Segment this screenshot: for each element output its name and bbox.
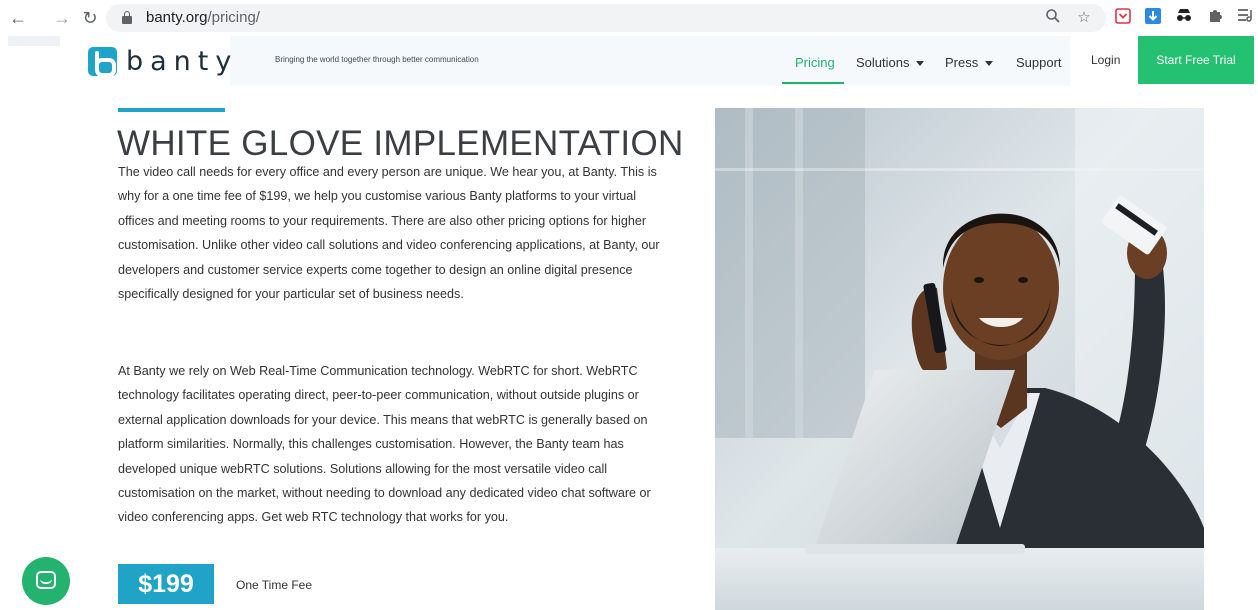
reload-icon[interactable]: ↻ xyxy=(80,7,100,29)
address-bar-url[interactable]: banty.org/pricing/ xyxy=(146,9,260,26)
title-accent-line xyxy=(118,108,225,112)
login-link[interactable]: Login xyxy=(1091,53,1120,67)
caret-down-icon xyxy=(985,61,994,67)
page-title: WHITE GLOVE IMPLEMENTATION xyxy=(117,124,684,163)
pocket-extension-icon[interactable] xyxy=(1114,8,1132,28)
url-host: banty.org xyxy=(146,9,208,26)
nav-solutions[interactable]: Solutions xyxy=(856,55,925,70)
intro-paragraph: The video call needs for every office an… xyxy=(118,165,660,302)
back-arrow-icon[interactable]: ← xyxy=(8,7,28,29)
caret-down-icon xyxy=(916,61,925,67)
nav-press[interactable]: Press xyxy=(945,55,994,70)
bookmark-star-icon[interactable]: ☆ xyxy=(1074,8,1094,28)
lock-icon[interactable] xyxy=(122,11,132,24)
price-label: One Time Fee xyxy=(236,578,313,592)
chat-launcher-button[interactable] xyxy=(22,557,70,605)
hero-image xyxy=(715,108,1204,610)
extensions-puzzle-icon[interactable] xyxy=(1206,8,1224,28)
incognito-extension-icon[interactable] xyxy=(1174,8,1194,28)
nav-pricing[interactable]: Pricing xyxy=(795,55,835,70)
site-header: banty Bringing the world together throug… xyxy=(0,36,1258,86)
nav-solutions-label: Solutions xyxy=(856,55,910,70)
url-path: /pricing/ xyxy=(207,9,260,26)
nav-active-indicator xyxy=(782,82,844,84)
price-badge: $199 xyxy=(118,564,214,604)
forward-arrow-icon[interactable]: → xyxy=(52,7,72,29)
nav-support[interactable]: Support xyxy=(1016,55,1062,70)
webrtc-paragraph: At Banty we rely on Web Real-Time Commun… xyxy=(118,364,651,525)
download-extension-icon[interactable] xyxy=(1144,8,1162,28)
zoom-icon[interactable] xyxy=(1044,8,1062,28)
logo-text[interactable]: banty xyxy=(126,46,238,77)
browser-toolbar: ← → ↻ banty.org/pricing/ ☆ xyxy=(0,0,1258,36)
start-free-trial-button[interactable]: Start Free Trial xyxy=(1138,36,1254,84)
reading-list-icon[interactable] xyxy=(1236,8,1256,28)
nav-press-label: Press xyxy=(945,55,979,70)
header-accent-block xyxy=(8,36,60,46)
banty-logo-icon[interactable] xyxy=(88,47,117,77)
tagline: Bringing the world together through bett… xyxy=(275,55,479,64)
